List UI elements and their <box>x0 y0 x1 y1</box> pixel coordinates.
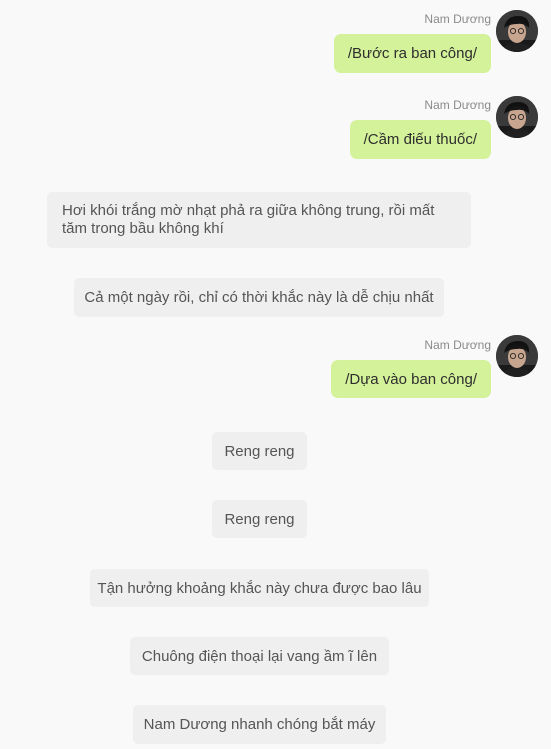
user-message-bubble[interactable]: /Dựa vào ban công/ <box>331 360 491 398</box>
narration-bubble: Reng reng <box>212 500 307 538</box>
sender-name: Nam Dương <box>424 12 491 26</box>
sender-name: Nam Dương <box>424 338 491 352</box>
user-avatar-icon[interactable] <box>496 335 538 377</box>
narration-bubble: Chuông điện thoại lại vang ầm ĩ lên <box>130 637 389 675</box>
user-message-bubble[interactable]: /Cầm điếu thuốc/ <box>349 120 491 159</box>
narration-bubble: Hơi khói trắng mờ nhạt phả ra giữa không… <box>47 192 471 248</box>
user-message-bubble[interactable]: /Bước ra ban công/ <box>333 34 491 73</box>
narration-bubble: Reng reng <box>212 432 307 470</box>
narration-bubble: Cả một ngày rồi, chỉ có thời khắc này là… <box>74 278 444 317</box>
sender-name: Nam Dương <box>424 98 491 112</box>
user-avatar-icon[interactable] <box>496 96 538 138</box>
narration-bubble: Nam Dương nhanh chóng bắt máy <box>133 705 386 744</box>
narration-bubble: Tận hưởng khoảng khắc này chưa được bao … <box>90 569 429 607</box>
user-avatar-icon[interactable] <box>496 10 538 52</box>
